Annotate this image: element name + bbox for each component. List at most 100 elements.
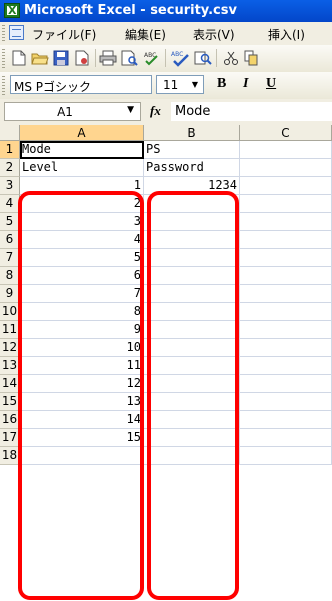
row-header[interactable]: 12 xyxy=(0,339,20,357)
cell-c[interactable] xyxy=(240,141,332,159)
cell-a[interactable]: 10 xyxy=(20,339,144,357)
cell-c[interactable] xyxy=(240,213,332,231)
cell-a[interactable]: 15 xyxy=(20,429,144,447)
row-header[interactable]: 5 xyxy=(0,213,20,231)
menu-insert[interactable]: 挿入(I) xyxy=(268,26,305,43)
column-header-a[interactable]: A xyxy=(20,125,144,141)
format-toolbar-grip[interactable] xyxy=(2,76,5,95)
open-icon[interactable] xyxy=(31,49,49,67)
cell-b[interactable] xyxy=(144,411,240,429)
print-preview-icon[interactable] xyxy=(121,49,139,67)
cell-c[interactable] xyxy=(240,177,332,195)
cell-b[interactable] xyxy=(144,357,240,375)
cell-c[interactable] xyxy=(240,375,332,393)
cell-a[interactable]: 12 xyxy=(20,375,144,393)
cell-c[interactable] xyxy=(240,321,332,339)
cell-a[interactable]: 2 xyxy=(20,195,144,213)
name-box[interactable]: A1 ▼ xyxy=(4,102,141,121)
font-name-select[interactable]: MS Pゴシック xyxy=(10,75,152,94)
cell-a[interactable]: 14 xyxy=(20,411,144,429)
cell-b[interactable]: Password xyxy=(144,159,240,177)
cell-c[interactable] xyxy=(240,411,332,429)
cell-c[interactable] xyxy=(240,447,332,465)
row-header[interactable]: 9 xyxy=(0,285,20,303)
cell-b[interactable] xyxy=(144,393,240,411)
row-header[interactable]: 6 xyxy=(0,231,20,249)
excel-app-icon[interactable] xyxy=(4,3,20,18)
spelling-check-icon[interactable]: ABC xyxy=(171,49,189,67)
row-header[interactable]: 16 xyxy=(0,411,20,429)
formula-input[interactable]: Mode xyxy=(171,102,332,121)
row-header[interactable]: 4 xyxy=(0,195,20,213)
column-header-c[interactable]: C xyxy=(240,125,332,141)
cell-c[interactable] xyxy=(240,159,332,177)
cell-a[interactable]: 11 xyxy=(20,357,144,375)
cell-a[interactable]: 3 xyxy=(20,213,144,231)
cell-c[interactable] xyxy=(240,357,332,375)
cell-a[interactable]: 8 xyxy=(20,303,144,321)
cell-b[interactable]: 1234 xyxy=(144,177,240,195)
permission-icon[interactable] xyxy=(73,49,91,67)
cell-b[interactable] xyxy=(144,285,240,303)
cell-a[interactable]: Level xyxy=(20,159,144,177)
cell-b[interactable] xyxy=(144,195,240,213)
row-header[interactable]: 11 xyxy=(0,321,20,339)
cell-a[interactable] xyxy=(20,447,144,465)
cell-a[interactable]: 1 xyxy=(20,177,144,195)
cell-c[interactable] xyxy=(240,393,332,411)
row-header[interactable]: 2 xyxy=(0,159,20,177)
fx-icon[interactable]: fx xyxy=(150,103,161,119)
row-header[interactable]: 1 xyxy=(0,141,20,159)
column-header-b[interactable]: B xyxy=(144,125,240,141)
research-icon[interactable] xyxy=(194,49,212,67)
cell-c[interactable] xyxy=(240,231,332,249)
cell-c[interactable] xyxy=(240,249,332,267)
menu-grip[interactable] xyxy=(2,25,5,42)
cell-c[interactable] xyxy=(240,429,332,447)
cell-b[interactable] xyxy=(144,213,240,231)
cell-b[interactable] xyxy=(144,429,240,447)
row-header[interactable]: 14 xyxy=(0,375,20,393)
underline-button[interactable]: U xyxy=(266,76,276,92)
cell-a[interactable]: 6 xyxy=(20,267,144,285)
cell-b[interactable] xyxy=(144,375,240,393)
toolbar-grip[interactable] xyxy=(2,49,5,68)
cut-icon[interactable] xyxy=(222,49,240,67)
menu-view[interactable]: 表示(V) xyxy=(193,26,235,43)
cell-a[interactable]: 7 xyxy=(20,285,144,303)
spelling-icon[interactable]: ABC xyxy=(143,49,161,67)
font-size-select[interactable]: 11 ▼ xyxy=(156,75,204,94)
cell-c[interactable] xyxy=(240,339,332,357)
new-icon[interactable] xyxy=(10,49,28,67)
menu-edit[interactable]: 編集(E) xyxy=(125,26,166,43)
row-header[interactable]: 18 xyxy=(0,447,20,465)
cell-c[interactable] xyxy=(240,303,332,321)
select-all-button[interactable] xyxy=(0,125,20,141)
cell-a1[interactable]: Mode xyxy=(20,141,144,159)
cell-c[interactable] xyxy=(240,285,332,303)
cell-a[interactable]: 5 xyxy=(20,249,144,267)
row-header[interactable]: 13 xyxy=(0,357,20,375)
cell-c[interactable] xyxy=(240,267,332,285)
cell-a[interactable]: 4 xyxy=(20,231,144,249)
row-header[interactable]: 7 xyxy=(0,249,20,267)
cell-b[interactable] xyxy=(144,339,240,357)
row-header[interactable]: 17 xyxy=(0,429,20,447)
print-icon[interactable] xyxy=(99,49,117,67)
cell-c[interactable] xyxy=(240,195,332,213)
chevron-down-icon[interactable]: ▼ xyxy=(127,105,134,115)
cell-b[interactable] xyxy=(144,303,240,321)
save-icon[interactable] xyxy=(52,49,70,67)
cell-b[interactable] xyxy=(144,231,240,249)
cell-b[interactable] xyxy=(144,249,240,267)
menu-file[interactable]: ファイル(F) xyxy=(32,26,96,43)
bold-button[interactable]: B xyxy=(217,76,226,92)
cell-b[interactable] xyxy=(144,267,240,285)
row-header[interactable]: 8 xyxy=(0,267,20,285)
row-header[interactable]: 3 xyxy=(0,177,20,195)
copy-icon[interactable] xyxy=(242,49,260,67)
row-header[interactable]: 10 xyxy=(0,303,20,321)
chevron-down-icon[interactable]: ▼ xyxy=(189,78,201,91)
cell-b[interactable] xyxy=(144,447,240,465)
row-header[interactable]: 15 xyxy=(0,393,20,411)
